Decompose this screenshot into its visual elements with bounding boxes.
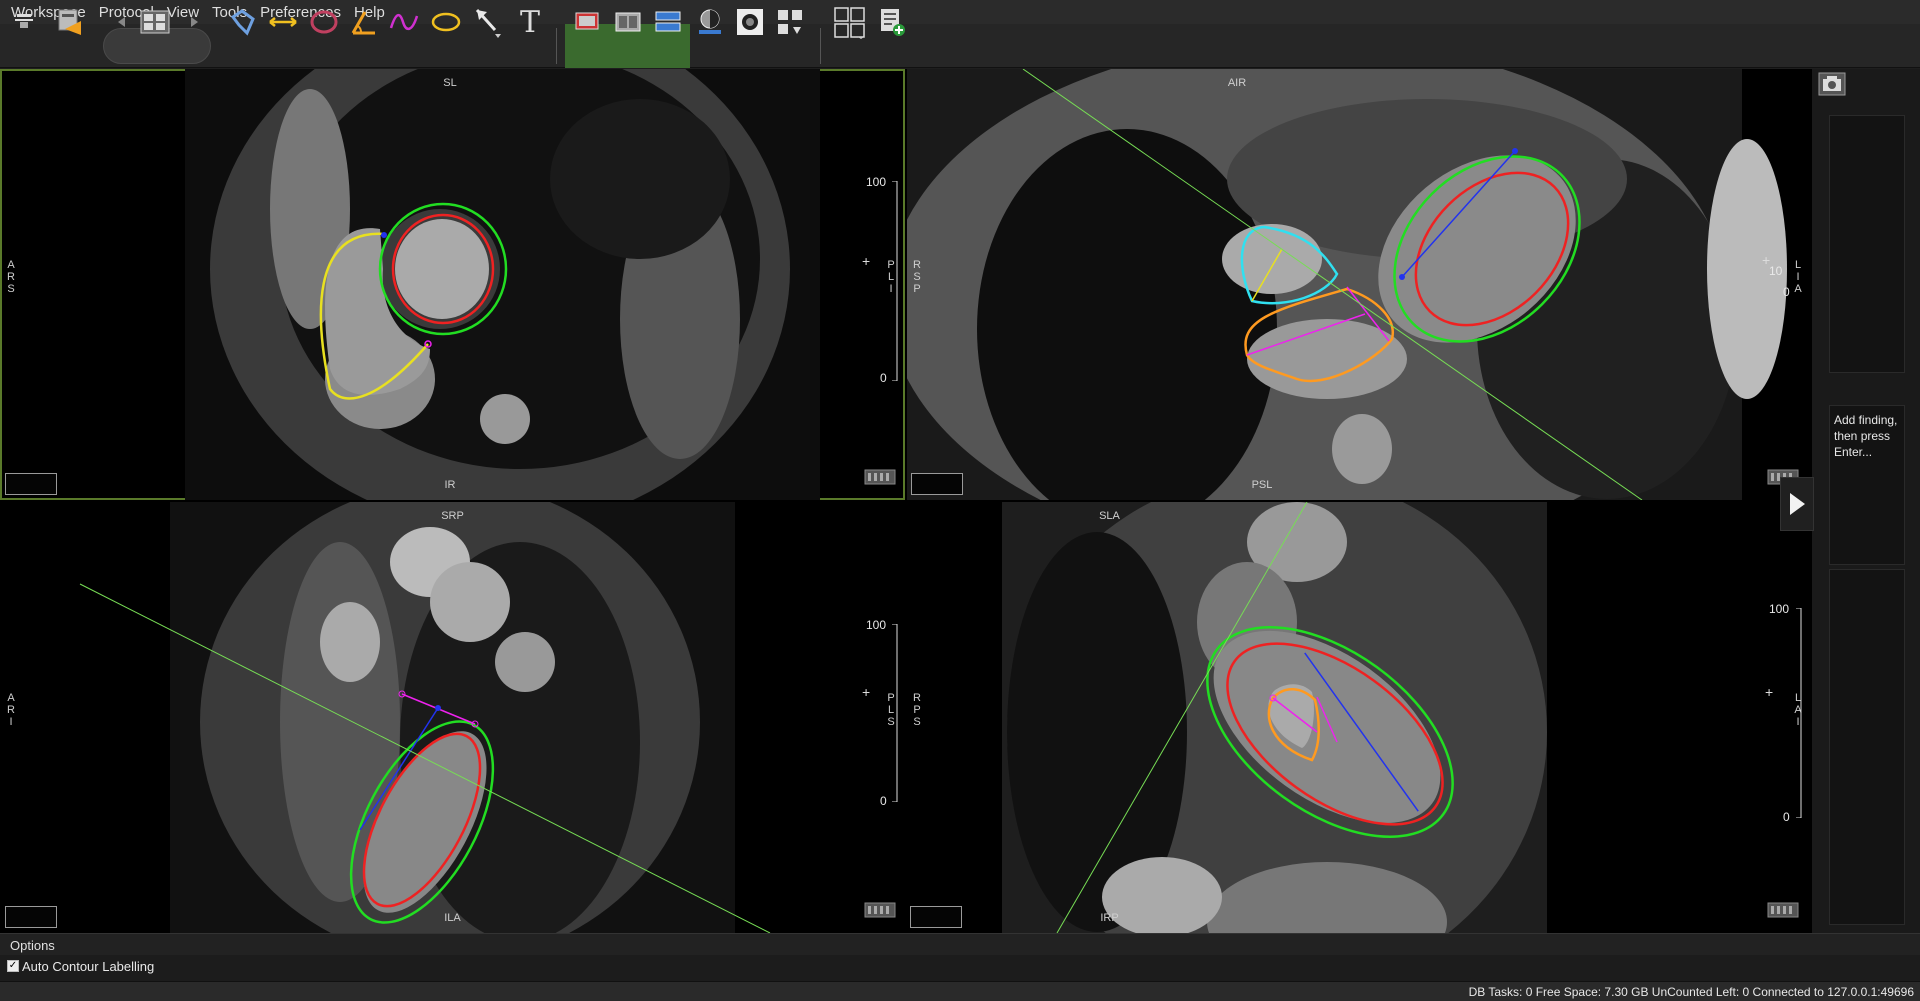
next-series-icon[interactable] xyxy=(176,4,212,40)
auto-contour-checkbox[interactable]: ✓ xyxy=(7,960,19,972)
scale-bottom-label: 0 xyxy=(880,371,887,385)
grid-layout-icon[interactable] xyxy=(832,4,868,40)
layout-a-icon[interactable] xyxy=(570,4,606,40)
viewport-four-chamber[interactable]: AIR PSL R S P L I A 10 0 + xyxy=(907,69,1812,500)
layout-b-icon[interactable] xyxy=(610,4,646,40)
options-panel: ✓ Auto Contour Labelling xyxy=(0,955,1920,981)
scale-bottom-label: 0 xyxy=(1783,810,1790,824)
crosshair-marker: + xyxy=(862,684,871,700)
angle-tool-icon[interactable] xyxy=(346,4,382,40)
orientation-bottom: IRP xyxy=(1100,912,1119,924)
status-bar: DB Tasks: 0 Free Space: 7.30 GB UnCounte… xyxy=(0,981,1920,1001)
play-icon xyxy=(1790,493,1805,515)
scale-top-label: 100 xyxy=(1769,602,1790,616)
orientation-left: R S P xyxy=(913,259,921,295)
film-strip-icon[interactable] xyxy=(864,467,896,487)
orientation-left: R P S xyxy=(913,692,921,728)
invert-icon[interactable] xyxy=(732,4,768,40)
crosshair-marker: + xyxy=(862,253,871,269)
four-chamber-image xyxy=(907,69,1812,500)
overlay-info-box[interactable] xyxy=(911,473,963,495)
two-chamber-image xyxy=(79,502,771,933)
findings-panel: Add finding, then press Enter... xyxy=(1812,69,1920,933)
scale-bottom-label: 0 xyxy=(1783,285,1790,299)
three-chamber-image xyxy=(1002,502,1547,933)
contour-tool-icon[interactable] xyxy=(224,4,260,40)
play-button[interactable] xyxy=(1780,477,1814,531)
orientation-bottom: ILA xyxy=(444,912,461,924)
distance-ruler-icon[interactable] xyxy=(265,4,301,40)
status-text: DB Tasks: 0 Free Space: 7.30 GB UnCounte… xyxy=(1468,985,1914,999)
freehand-tool-icon[interactable] xyxy=(386,4,422,40)
crosshair-marker: + xyxy=(1765,684,1774,700)
ellipse-roi-icon[interactable] xyxy=(306,4,342,40)
orientation-right: L I A xyxy=(1794,259,1802,295)
orientation-left: A R I xyxy=(7,692,15,728)
scale-top-label: 100 xyxy=(866,175,887,189)
series-thumbnail-icon[interactable] xyxy=(137,4,173,40)
viewport-three-chamber[interactable]: SLA IRP R P S L A I 100 0 + xyxy=(907,502,1812,933)
options-title: Options xyxy=(10,938,55,953)
import-series-icon[interactable] xyxy=(52,4,88,40)
findings-list[interactable] xyxy=(1829,115,1905,373)
toolbar-separator xyxy=(556,28,557,64)
prev-series-icon[interactable] xyxy=(104,4,140,40)
sync-icon[interactable] xyxy=(772,4,808,40)
finding-input[interactable]: Add finding, then press Enter... xyxy=(1829,405,1905,565)
layout-c-icon[interactable] xyxy=(650,4,686,40)
film-strip-icon[interactable] xyxy=(1767,900,1799,920)
orientation-top: SLA xyxy=(1099,510,1120,522)
overlay-info-box[interactable] xyxy=(5,473,57,495)
viewport-two-chamber[interactable]: SRP ILA A R I P L S 100 0 + xyxy=(0,502,905,933)
screen-capture-icon[interactable] xyxy=(6,4,42,40)
short-axis-image xyxy=(185,69,820,500)
report-add-icon[interactable] xyxy=(874,4,910,40)
scale-bar xyxy=(892,624,898,802)
finding-details xyxy=(1829,569,1905,925)
camera-icon[interactable] xyxy=(1817,69,1847,97)
window-level-icon[interactable] xyxy=(692,4,728,40)
orientation-top: AIR xyxy=(1227,77,1247,89)
overlay-info-box[interactable] xyxy=(5,906,57,928)
orientation-left: A R S xyxy=(7,259,15,295)
orientation-top: SRP xyxy=(441,510,464,522)
viewport-short-axis[interactable]: SL IR A R S P L I 100 0 + xyxy=(0,69,905,500)
crosshair-marker: + xyxy=(1762,252,1771,268)
scale-bar xyxy=(1796,608,1802,818)
overlay-info-box[interactable] xyxy=(910,906,962,928)
auto-contour-label: Auto Contour Labelling xyxy=(22,959,155,974)
orientation-bottom: PSL xyxy=(1251,479,1273,491)
scale-top-label: 10 xyxy=(1769,264,1783,278)
text-annotation-icon[interactable]: T xyxy=(512,4,548,40)
pointer-arrow-icon[interactable] xyxy=(470,4,506,40)
scale-bar xyxy=(892,181,898,381)
toolbar-separator xyxy=(820,28,821,64)
scale-top-label: 100 xyxy=(866,618,887,632)
orientation-top: SL xyxy=(443,77,457,89)
oval-roi-icon[interactable] xyxy=(428,4,464,40)
scale-bottom-label: 0 xyxy=(880,794,887,808)
orientation-bottom: IR xyxy=(444,479,456,491)
finding-placeholder: Add finding, then press Enter... xyxy=(1834,413,1898,459)
options-header: Options xyxy=(0,933,1920,955)
film-strip-icon[interactable] xyxy=(864,900,896,920)
